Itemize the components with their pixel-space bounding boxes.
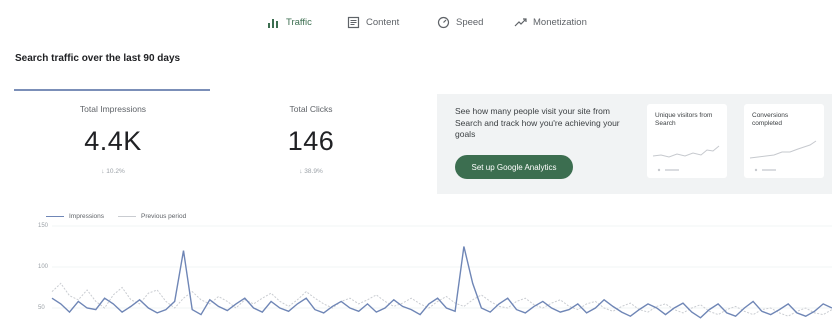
- series-line-previous-period: [51, 282, 832, 317]
- series-line-impressions: [51, 246, 832, 319]
- traffic-line-chart: [51, 225, 832, 319]
